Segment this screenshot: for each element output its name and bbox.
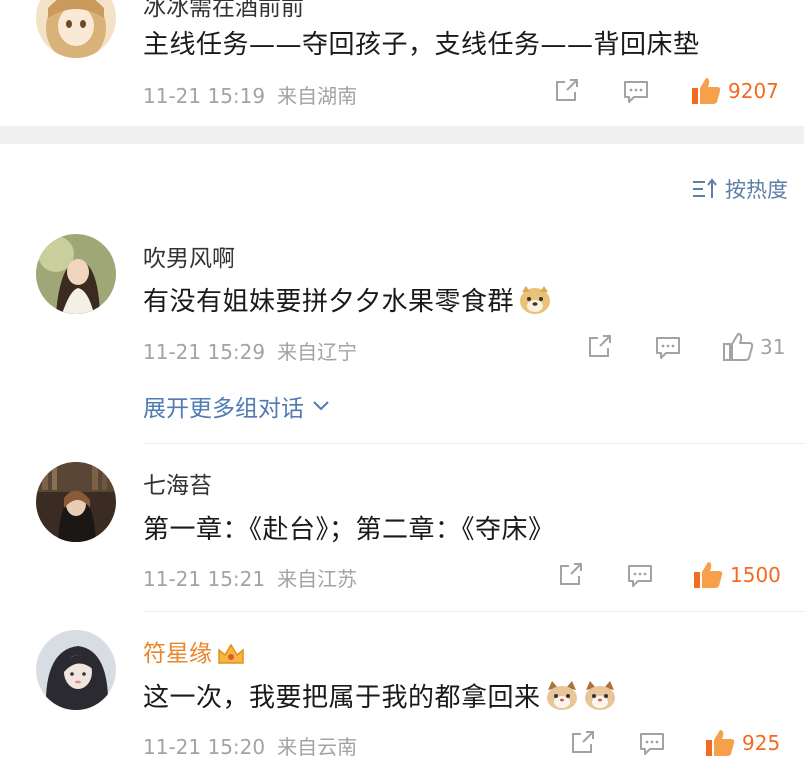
avatar[interactable]: [36, 462, 116, 542]
chevron-down-icon: [313, 401, 329, 411]
comment-icon: [624, 81, 648, 103]
comment-location: 来自云南: [277, 735, 358, 759]
section-divider: [0, 126, 804, 144]
comment-icon: [628, 565, 652, 587]
username[interactable]: 符星缘: [143, 634, 246, 668]
comment-time: 11-21 15:19: [143, 84, 266, 108]
comment-divider: [143, 611, 804, 612]
comment-time: 11-21 15:29: [143, 340, 266, 364]
like-button[interactable]: 31: [722, 332, 785, 362]
thumbs-up-icon: [692, 78, 721, 104]
reply-button[interactable]: [638, 731, 666, 757]
username[interactable]: 吹男风啊: [143, 239, 235, 273]
cat-emoji-icon: [584, 681, 615, 710]
crown-badge-icon: [218, 643, 244, 664]
sort-label: 按热度: [725, 178, 788, 202]
like-button[interactable]: 925: [704, 728, 780, 758]
share-icon: [572, 731, 594, 753]
doge-emoji-icon: [520, 286, 551, 314]
username[interactable]: 七海苔: [143, 466, 212, 500]
sort-toggle[interactable]: 按热度: [691, 174, 788, 204]
comment-text: 第一章：《赴台》；第二章：《夺床》: [143, 515, 555, 545]
share-icon: [589, 335, 611, 357]
share-button[interactable]: [586, 334, 614, 360]
share-button[interactable]: [569, 730, 597, 756]
share-icon: [556, 79, 578, 101]
thumbs-up-icon: [723, 333, 754, 361]
comment-location: 来自辽宁: [277, 340, 358, 364]
like-count: 1500: [730, 563, 781, 587]
comment-text-body: 这一次，我要把属于我的都拿回来: [143, 683, 541, 713]
share-icon: [560, 563, 582, 585]
comment-location: 来自湖南: [277, 84, 358, 108]
comment-meta: 11-21 15:19 来自湖南: [143, 80, 357, 109]
comment-text-body: 有没有姐妹要拼夕夕水果零食群: [143, 287, 515, 317]
reply-button[interactable]: [626, 563, 654, 589]
expand-replies-link[interactable]: 展开更多组对话: [143, 389, 330, 423]
reply-button[interactable]: [654, 335, 682, 361]
share-button[interactable]: [553, 78, 581, 104]
comment-icon: [640, 733, 664, 755]
comment-meta: 11-21 15:21 来自江苏: [143, 563, 357, 592]
comment-icon: [656, 337, 680, 359]
reply-button[interactable]: [622, 79, 650, 105]
comment-location: 来自江苏: [277, 567, 358, 591]
thumbs-up-icon: [694, 562, 723, 588]
cat-emoji-icon: [546, 681, 577, 710]
avatar[interactable]: [36, 234, 116, 314]
comment-time: 11-21 15:20: [143, 735, 266, 759]
like-count: 9207: [728, 79, 779, 103]
comment-time: 11-21 15:21: [143, 567, 266, 591]
comment-divider: [143, 443, 804, 444]
comment-meta: 11-21 15:29 来自辽宁: [143, 336, 357, 365]
sort-icon: [693, 178, 717, 198]
comment-meta: 11-21 15:20 来自云南: [143, 731, 357, 760]
share-button[interactable]: [557, 562, 585, 588]
username[interactable]: 冰冰需在酒前前: [143, 0, 304, 22]
comment-text: 主线任务——夺回孩子，支线任务——背回床垫: [143, 30, 700, 60]
comment-text: 有没有姐妹要拼夕夕水果零食群: [143, 281, 552, 318]
like-button[interactable]: 9207: [690, 76, 779, 106]
avatar[interactable]: [36, 0, 116, 58]
like-count: 31: [760, 335, 786, 359]
thumbs-up-icon: [706, 730, 735, 756]
like-button[interactable]: 1500: [692, 560, 781, 590]
username-text: 符星缘: [143, 641, 212, 667]
expand-label: 展开更多组对话: [143, 396, 304, 422]
avatar[interactable]: [36, 630, 116, 710]
comment-text: 这一次，我要把属于我的都拿回来: [143, 677, 617, 714]
like-count: 925: [742, 731, 781, 755]
